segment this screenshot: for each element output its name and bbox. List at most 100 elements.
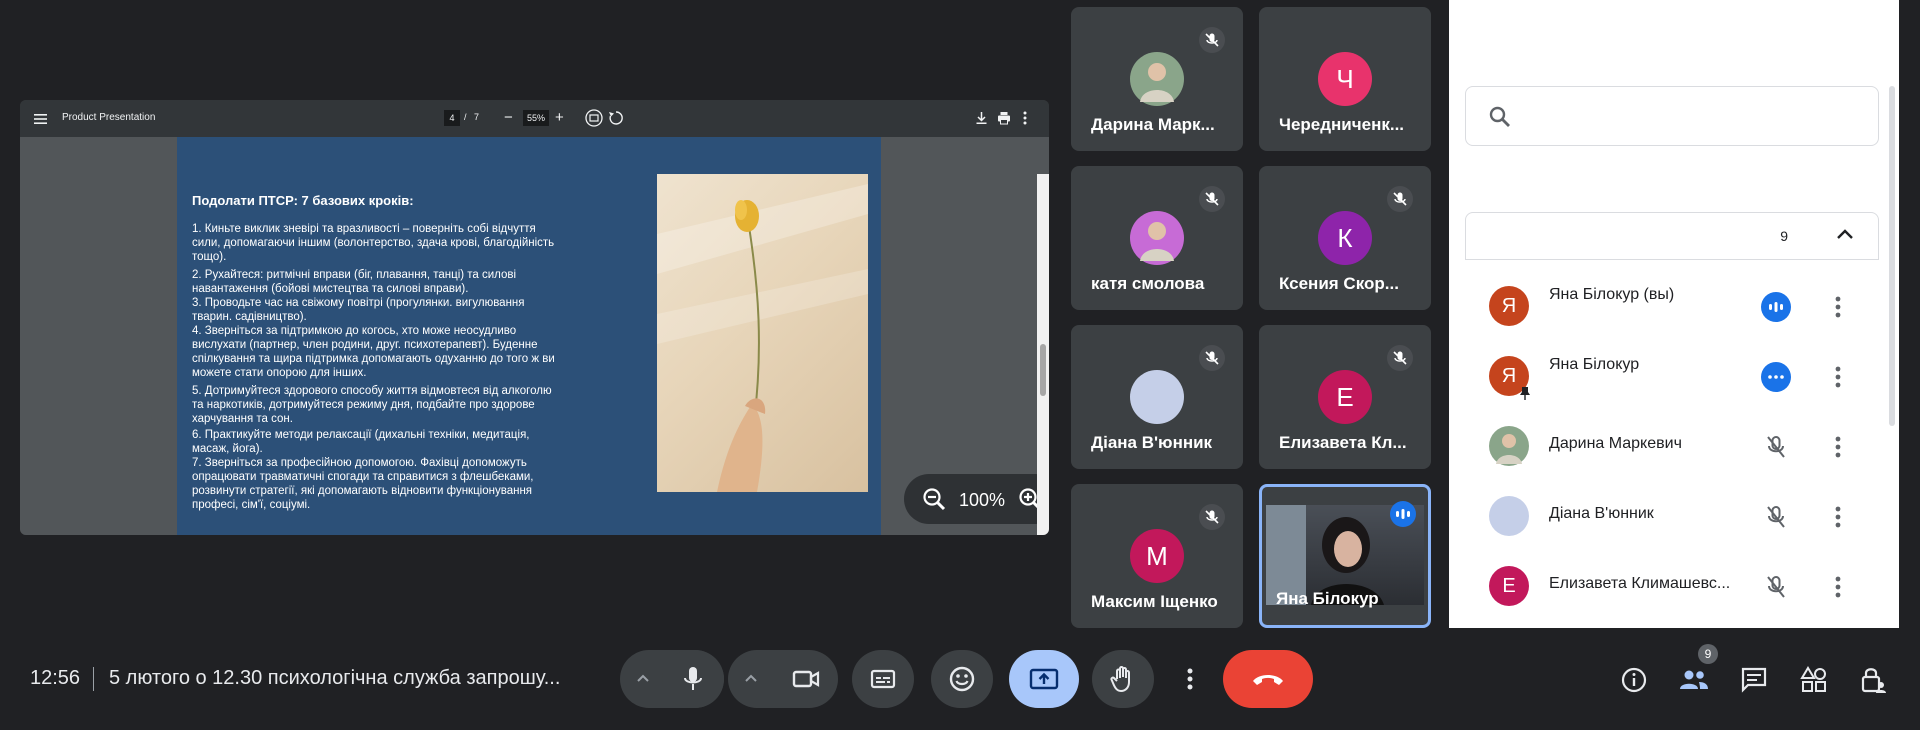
search-icon — [1488, 105, 1512, 134]
participant-tile[interactable]: Дарина Марк... — [1071, 7, 1243, 151]
slide-text-line: 5. Дотримуйтеся здорового способу життя … — [192, 385, 552, 397]
slide-text-line: тощо). — [192, 251, 227, 263]
slide-text-line: сили, допомагаючи іншим (волонтерство, з… — [192, 237, 555, 249]
mic-off-icon — [1761, 502, 1791, 532]
zoom-percent-input[interactable]: 55% — [523, 110, 549, 126]
pdf-scrollbar-thumb[interactable] — [1040, 344, 1046, 396]
avatar-initial: Е — [1502, 574, 1516, 597]
avatar — [1489, 496, 1529, 536]
presentation-area: Product Presentation 4 / 7 − 55% + Подол… — [20, 100, 1049, 535]
participants-group-header[interactable]: 9 — [1465, 212, 1879, 260]
more-vert-icon[interactable] — [1835, 292, 1845, 322]
avatar-initial: Я — [1501, 294, 1517, 317]
participant-tile[interactable]: Діана В'юнник — [1071, 325, 1243, 469]
mic-off-icon — [1199, 27, 1225, 53]
end-call-icon — [1253, 675, 1283, 685]
more-vert-icon[interactable] — [1835, 572, 1845, 602]
chat-button[interactable] — [1736, 662, 1772, 698]
host-controls-button[interactable] — [1856, 662, 1892, 698]
activities-icon — [1800, 666, 1826, 692]
mic-off-icon — [1761, 432, 1791, 462]
slide-text-line: опрацювати травматичні спогади та справи… — [192, 471, 534, 483]
participant-name: Чередниченк... — [1279, 115, 1405, 134]
pdf-viewport: Подолати ПТСР: 7 базових кроків: 1. Кинь… — [20, 137, 1049, 535]
slide-text-line: вислухати (партнер, член родини, друг. п… — [192, 339, 538, 351]
download-icon[interactable] — [975, 111, 988, 130]
participant-tile[interactable]: К Ксения Скор... — [1259, 166, 1431, 310]
participant-row[interactable]: Дарина Маркевич — [1465, 412, 1865, 482]
zoom-out-icon[interactable]: − — [504, 110, 513, 125]
camera-button[interactable] — [774, 650, 838, 708]
activities-button[interactable] — [1796, 662, 1832, 698]
more-horiz-icon[interactable] — [1761, 362, 1791, 392]
participant-tile[interactable]: Е Елизавета Кл... — [1259, 325, 1431, 469]
chat-icon — [1741, 667, 1767, 693]
people-search-input[interactable] — [1465, 86, 1879, 146]
slide-text-line: 1. Киньте виклик зневірі та вразливості … — [192, 223, 536, 235]
participant-row[interactable]: Е Елизавета Климашевс... — [1465, 552, 1865, 622]
panel-scrollbar[interactable] — [1889, 86, 1895, 426]
more-vert-icon[interactable] — [1835, 502, 1845, 532]
more-options-icon[interactable] — [1023, 111, 1027, 130]
avatar-photo — [1130, 52, 1184, 106]
more-vert-icon[interactable] — [1835, 432, 1845, 462]
slide-text-line: можете стати опорою для інших. — [192, 367, 367, 379]
present-screen-button[interactable] — [1009, 650, 1079, 708]
meeting-details-button[interactable] — [1616, 662, 1652, 698]
speaking-indicator-icon — [1390, 501, 1416, 527]
audio-options-chevron-icon[interactable] — [636, 670, 650, 688]
microphone-button[interactable] — [662, 650, 724, 708]
participant-tile[interactable]: Яна Білокур — [1259, 484, 1431, 628]
hand-icon — [1110, 666, 1130, 693]
captions-button[interactable] — [852, 650, 914, 708]
slide-text-line: масаж, йога). — [192, 443, 263, 455]
lock-person-icon — [1861, 668, 1886, 693]
mic-off-icon — [1199, 345, 1225, 371]
zoom-in-icon[interactable]: + — [555, 110, 564, 125]
more-vert-icon[interactable] — [1835, 362, 1845, 392]
avatar: Ч — [1318, 52, 1372, 106]
rotate-icon[interactable] — [608, 110, 624, 131]
participant-list-name: Яна Білокур (вы) — [1549, 286, 1675, 303]
viewer-zoom-out-icon[interactable] — [922, 487, 946, 516]
avatar-initial: Я — [1501, 364, 1517, 387]
page-number-input[interactable]: 4 — [444, 110, 460, 126]
present-screen-icon — [1029, 668, 1059, 690]
reactions-button[interactable] — [931, 650, 993, 708]
raise-hand-button[interactable] — [1092, 650, 1154, 708]
participant-row[interactable]: Я Яна Білокур — [1465, 342, 1865, 412]
viewer-zoom-level: 100% — [959, 490, 1006, 510]
pdf-scrollbar[interactable] — [1037, 174, 1049, 535]
slide-page: Подолати ПТСР: 7 базових кроків: 1. Кинь… — [177, 137, 881, 535]
people-button[interactable]: 9 — [1676, 644, 1718, 698]
participant-tile[interactable]: М Максим Іщенко — [1071, 484, 1243, 628]
mic-off-icon — [1199, 504, 1225, 530]
print-icon[interactable] — [997, 111, 1011, 130]
slide-text-line: та наркотиків, дотримуйтеся режиму дня, … — [192, 399, 535, 411]
participant-row[interactable]: Діана В'юнник — [1465, 482, 1865, 552]
chevron-up-icon[interactable] — [1836, 227, 1854, 246]
participant-name: Ксения Скор... — [1279, 274, 1399, 293]
clock: 12:56 — [30, 667, 81, 689]
page-total: 7 — [474, 112, 480, 122]
avatar-initial: М — [1146, 540, 1168, 571]
emoji-icon — [949, 666, 975, 692]
avatar: Я — [1489, 286, 1529, 326]
fit-page-icon[interactable] — [585, 109, 603, 132]
speaking-indicator-icon — [1761, 292, 1791, 322]
mic-off-icon — [1387, 186, 1413, 212]
video-options-chevron-icon[interactable] — [744, 670, 758, 688]
participant-tile[interactable]: катя смолова — [1071, 166, 1243, 310]
slide-text-line: професі, сім'ї, соціумі. — [192, 499, 311, 511]
participant-row[interactable]: Я Яна Білокур (вы) — [1465, 272, 1865, 342]
participant-name: катя смолова — [1091, 274, 1205, 293]
divider — [93, 667, 94, 691]
avatar-initial: Ч — [1336, 63, 1354, 94]
participant-name: Діана В'юнник — [1091, 433, 1213, 452]
avatar: Е — [1318, 370, 1372, 424]
slide-text-line: розвинути стратегії, які допомагають від… — [192, 485, 533, 497]
leave-call-button[interactable] — [1223, 650, 1313, 708]
menu-icon[interactable] — [34, 112, 47, 130]
more-options-button[interactable] — [1170, 650, 1210, 708]
participant-tile[interactable]: Ч Чередниченк... — [1259, 7, 1431, 151]
